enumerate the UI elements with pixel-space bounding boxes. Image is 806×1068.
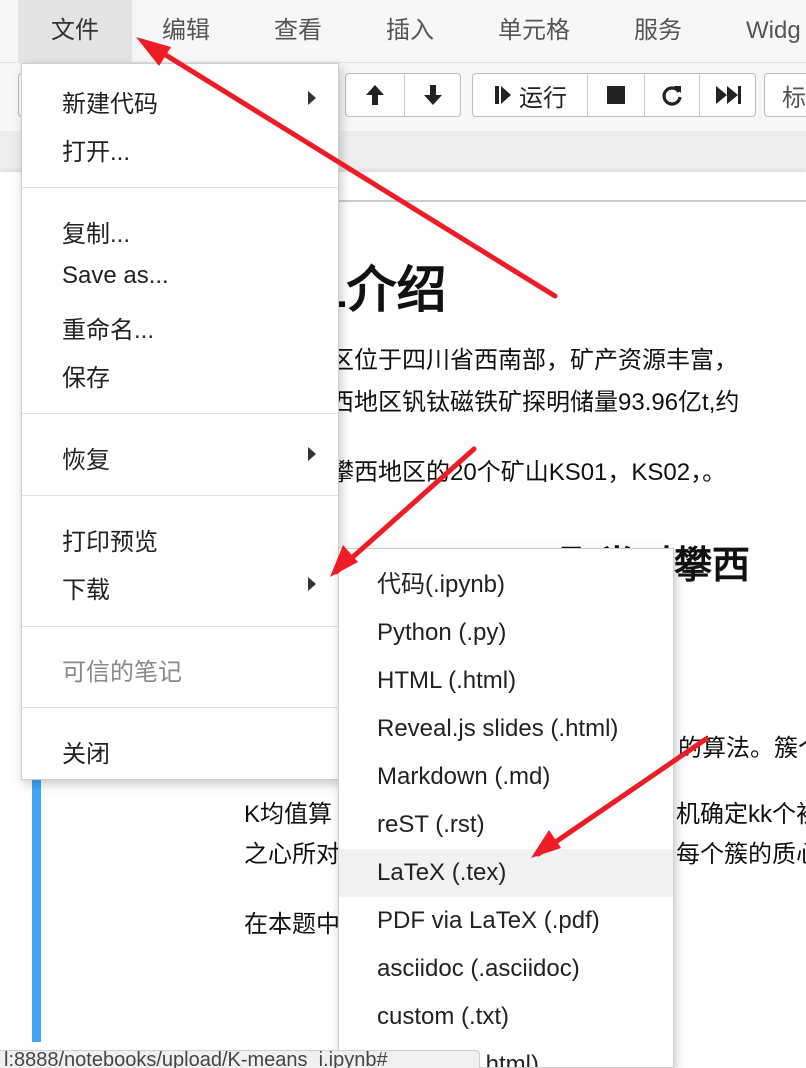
menu-item-close[interactable]: 关闭 xyxy=(62,734,110,769)
menu-insert[interactable]: 插入 xyxy=(386,0,434,62)
cell-type-label: 标 xyxy=(782,84,806,112)
run-button[interactable]: 运行 xyxy=(473,74,587,116)
run-all-button[interactable] xyxy=(700,74,756,116)
cell-type-select[interactable]: 标 xyxy=(764,73,806,117)
download-ipynb[interactable]: 代码(.ipynb) xyxy=(339,561,673,609)
menu-item-revert[interactable]: 恢复 xyxy=(62,440,110,475)
refresh-icon xyxy=(662,86,682,106)
menu-divider xyxy=(22,707,338,708)
paragraph-line: 区位于四川省西南部，矿产资源丰富， xyxy=(330,347,738,374)
move-up-button[interactable] xyxy=(346,74,404,116)
download-python[interactable]: Python (.py) xyxy=(339,609,673,657)
menu-edit[interactable]: 编辑 xyxy=(162,0,210,62)
menu-item-new-code[interactable]: 新建代码 xyxy=(62,84,158,119)
file-menu: 新建代码 打开... 复制... Save as... 重命名... 保存 恢复… xyxy=(21,63,339,780)
download-markdown[interactable]: Markdown (.md) xyxy=(339,753,673,801)
submenu-caret-icon xyxy=(308,91,316,105)
menu-divider xyxy=(22,413,338,414)
download-latex[interactable]: LaTeX (.tex) xyxy=(339,849,673,897)
status-url: l:8888/notebooks/upload/K-means_i.ipynb# xyxy=(0,1050,480,1068)
step-forward-icon xyxy=(495,86,511,104)
menu-view[interactable]: 查看 xyxy=(274,0,322,62)
download-html[interactable]: HTML (.html) xyxy=(339,657,673,705)
submenu-caret-icon xyxy=(308,577,316,591)
submenu-caret-icon xyxy=(308,447,316,461)
move-button-group xyxy=(345,73,461,117)
menu-item-print-preview[interactable]: 打印预览 xyxy=(62,522,158,557)
paragraph-line: K均值算 xyxy=(244,801,333,828)
menu-item-download[interactable]: 下载 xyxy=(62,570,110,605)
menu-file[interactable]: 文件 xyxy=(18,0,132,62)
download-pdf-latex[interactable]: PDF via LaTeX (.pdf) xyxy=(339,897,673,945)
download-rest[interactable]: reST (.rst) xyxy=(339,801,673,849)
menu-cell[interactable]: 单元格 xyxy=(498,0,570,62)
paragraph-line: 之心所对 xyxy=(244,841,340,868)
menu-item-copy[interactable]: 复制... xyxy=(62,214,130,249)
menubar: 文件 编辑 查看 插入 单元格 服务 Widg xyxy=(0,0,806,63)
paragraph-line: 在本题中 xyxy=(244,911,340,938)
menu-divider xyxy=(22,626,338,627)
menu-item-save[interactable]: 保存 xyxy=(62,358,110,393)
interrupt-button[interactable] xyxy=(588,74,644,116)
paragraph-line: 攀西地区的20个矿山KS01，KS02，。 xyxy=(330,459,727,486)
menu-item-save-as[interactable]: Save as... xyxy=(62,262,169,290)
paragraph-line: 每个簇的质心 xyxy=(676,841,806,868)
fast-forward-icon xyxy=(716,86,741,104)
restart-button[interactable] xyxy=(645,74,699,116)
paragraph-line: 机确定kk个初 xyxy=(676,801,806,828)
menu-divider xyxy=(22,187,338,188)
menu-divider xyxy=(22,495,338,496)
paragraph-line: 西地区钒钛磁铁矿探明储量93.96亿t,约 xyxy=(330,389,740,416)
menu-item-rename[interactable]: 重命名... xyxy=(62,310,154,345)
menu-kernel[interactable]: 服务 xyxy=(634,0,682,62)
paragraph-line: 的算法。簇个 xyxy=(678,735,806,762)
menu-item-open[interactable]: 打开... xyxy=(62,132,130,167)
arrow-down-icon xyxy=(424,85,442,105)
move-down-button[interactable] xyxy=(405,74,461,116)
run-label: 运行 xyxy=(519,84,567,112)
download-reveal-slides[interactable]: Reveal.js slides (.html) xyxy=(339,705,673,753)
download-asciidoc[interactable]: asciidoc (.asciidoc) xyxy=(339,945,673,993)
menu-item-trusted-notebook: 可信的笔记 xyxy=(62,659,182,686)
download-custom[interactable]: custom (.txt) xyxy=(339,993,673,1041)
menu-widgets[interactable]: Widg xyxy=(746,0,801,62)
run-button-group: 运行 xyxy=(472,73,756,117)
cell-divider xyxy=(320,200,806,202)
stop-icon xyxy=(607,86,625,104)
arrow-up-icon xyxy=(366,85,384,105)
download-submenu: 代码(.ipynb) Python (.py) HTML (.html) Rev… xyxy=(338,548,674,1068)
